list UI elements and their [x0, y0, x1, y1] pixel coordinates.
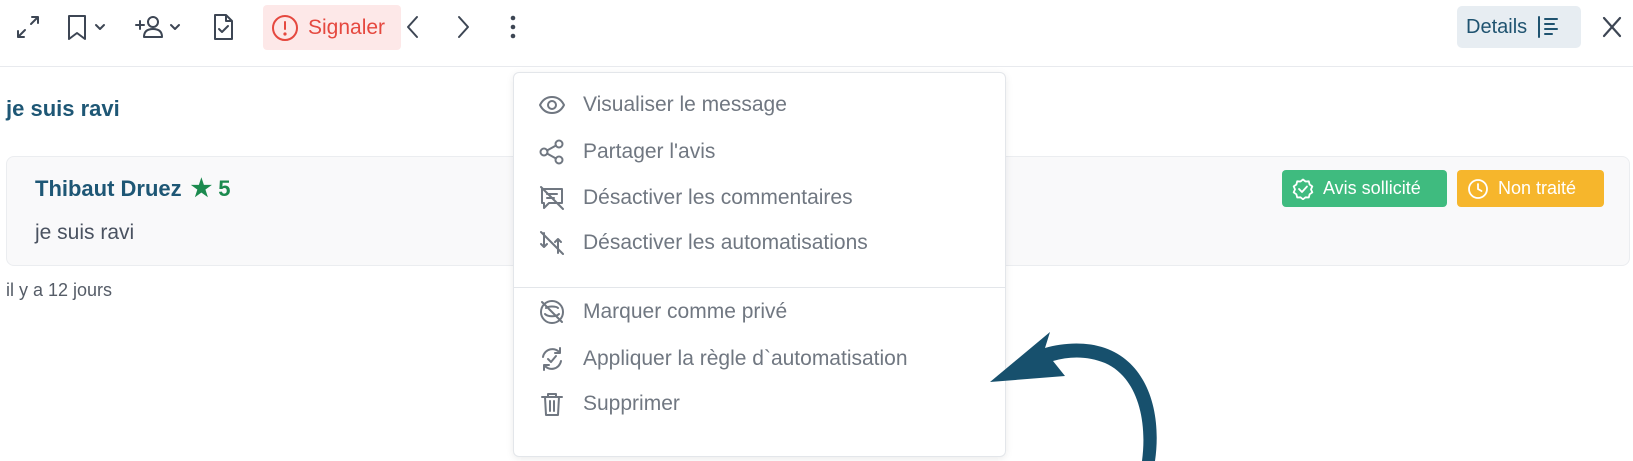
- badge-label: Avis sollicité: [1323, 178, 1421, 198]
- comment-off-icon: [540, 186, 564, 210]
- review-timestamp: il y a 12 jours: [6, 280, 113, 300]
- automation-rule-icon: [542, 347, 562, 371]
- rating-value: 5: [218, 175, 231, 201]
- menu-item-label: Visualiser le message: [583, 93, 787, 116]
- bookmark-icon: [68, 15, 86, 40]
- toolbar: Signaler Details: [0, 0, 1633, 67]
- chevron-down-icon: [95, 24, 105, 30]
- share-icon: [539, 139, 564, 165]
- details-label: Details: [1466, 15, 1528, 38]
- alert-icon: [272, 14, 298, 41]
- clock-icon: [1468, 178, 1488, 199]
- add-user-icon: [135, 16, 163, 38]
- author-name: Thibaut Druez: [35, 175, 182, 201]
- badge-label: Non traité: [1498, 178, 1577, 198]
- bookmark-dropdown[interactable]: [64, 10, 107, 44]
- signaler-button[interactable]: Signaler: [263, 5, 401, 50]
- signaler-label: Signaler: [308, 15, 386, 39]
- review-author-row: Thibaut Druez ★ 5: [35, 174, 230, 203]
- star-icon: ★: [190, 175, 213, 202]
- details-button[interactable]: Details: [1457, 6, 1581, 48]
- menu-item-partager[interactable]: Partager l'avis: [538, 132, 715, 172]
- menu-item-label: Désactiver les automatisations: [583, 231, 868, 254]
- private-icon: [540, 300, 564, 324]
- menu-item-marquer-prive[interactable]: Marquer comme privé: [538, 292, 787, 332]
- menu-item-desactiver-commentaires[interactable]: Désactiver les commentaires: [538, 178, 853, 218]
- eye-icon: [539, 96, 565, 114]
- more-vertical-icon[interactable]: [505, 10, 521, 44]
- menu-item-supprimer[interactable]: Supprimer: [538, 384, 680, 424]
- file-check-icon[interactable]: [210, 10, 236, 44]
- expand-icon[interactable]: [14, 10, 42, 44]
- add-user-dropdown[interactable]: [134, 10, 182, 44]
- automation-off-icon: [540, 231, 564, 255]
- menu-item-desactiver-automatisations[interactable]: Désactiver les automatisations: [538, 223, 868, 263]
- review-title: je suis ravi: [6, 96, 120, 121]
- details-icon: [1538, 16, 1559, 38]
- menu-divider: [514, 287, 1005, 288]
- verified-icon: [1292, 178, 1314, 200]
- status-badge-sollicite: Avis sollicité: [1282, 170, 1447, 207]
- chevron-down-icon: [170, 24, 180, 30]
- menu-item-appliquer-regle[interactable]: Appliquer la règle d`automatisation: [538, 339, 908, 379]
- menu-item-label: Supprimer: [583, 392, 680, 415]
- review-text: je suis ravi: [35, 221, 135, 244]
- menu-item-visualiser[interactable]: Visualiser le message: [538, 85, 787, 125]
- menu-item-label: Marquer comme privé: [583, 300, 788, 323]
- menu-item-label: Désactiver les commentaires: [583, 186, 853, 209]
- chevron-right-icon[interactable]: [452, 10, 474, 44]
- menu-item-label: Appliquer la règle d`automatisation: [583, 347, 908, 370]
- close-icon[interactable]: [1600, 14, 1624, 45]
- trash-icon: [541, 393, 563, 416]
- chevron-left-icon[interactable]: [402, 10, 424, 44]
- menu-item-label: Partager l'avis: [583, 140, 716, 163]
- actions-menu: Visualiser le message Partager l'avis Dé…: [513, 72, 1006, 457]
- annotation-arrow: [990, 332, 1157, 461]
- status-badge-non-traite: Non traité: [1457, 170, 1604, 207]
